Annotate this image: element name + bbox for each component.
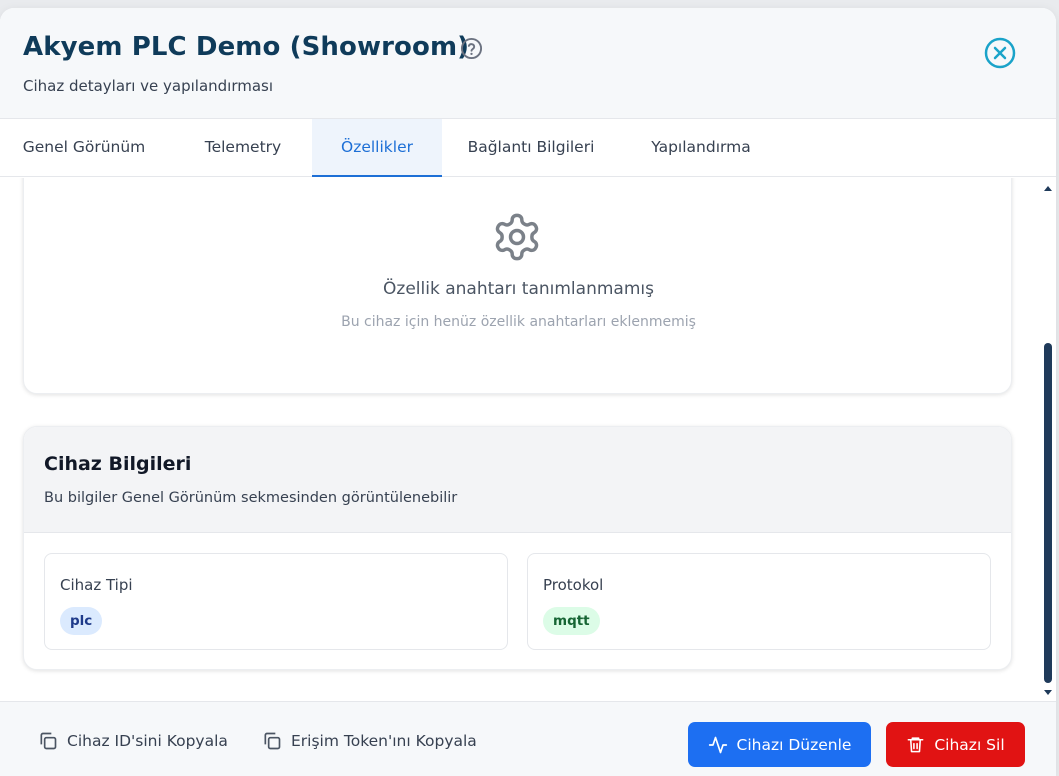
- empty-state-subtitle: Bu cihaz için henüz özellik anahtarları …: [341, 314, 696, 330]
- field-label: Protokol: [543, 576, 604, 594]
- tab-label: Özellikler: [341, 138, 413, 156]
- gear-icon: [495, 213, 539, 261]
- device-type-badge: plc: [60, 607, 103, 635]
- tab-label: Bağlantı Bilgileri: [467, 138, 595, 156]
- tab-bar: Genel Görünüm Telemetry Özellikler Bağla…: [0, 119, 1056, 177]
- modal-header: Akyem PLC Demo (Showroom) Cihaz detaylar…: [0, 8, 1056, 119]
- device-type-field: Cihaz Tipi plc: [44, 553, 508, 650]
- tab-baglanti-bilgileri[interactable]: Bağlantı Bilgileri: [448, 119, 614, 177]
- tab-label: Telemetry: [204, 138, 282, 156]
- tab-label: Yapılandırma: [651, 138, 751, 156]
- scroll-thumb[interactable]: [1044, 343, 1052, 683]
- tab-ozellikler[interactable]: Özellikler: [312, 119, 442, 177]
- close-icon[interactable]: [983, 36, 1017, 70]
- copy-access-token-button[interactable]: Erişim Token'ını Kopyala: [262, 730, 477, 752]
- edit-device-button[interactable]: Cihazı Düzenle: [688, 722, 871, 767]
- activity-icon: [708, 736, 727, 753]
- copy-icon: [40, 732, 57, 750]
- device-detail-modal: Akyem PLC Demo (Showroom) Cihaz detaylar…: [0, 8, 1056, 776]
- device-info-header: Cihaz Bilgileri Bu bilgiler Genel Görünü…: [24, 427, 1011, 533]
- protocol-field: Protokol mqtt: [527, 553, 991, 650]
- delete-device-label: Cihazı Sil: [934, 735, 1005, 754]
- page-subtitle: Cihaz detayları ve yapılandırması: [23, 77, 274, 95]
- copy-device-id-button[interactable]: Cihaz ID'sini Kopyala: [38, 730, 228, 752]
- tab-content: Özellik anahtarı tanımlanmamış Bu cihaz …: [0, 178, 1056, 701]
- page-title: Akyem PLC Demo (Showroom): [23, 32, 470, 62]
- copy-access-token-label: Erişim Token'ını Kopyala: [291, 732, 477, 750]
- tab-telemetry[interactable]: Telemetry: [168, 119, 318, 177]
- copy-icon: [264, 732, 281, 750]
- question-circle-icon[interactable]: [460, 37, 483, 60]
- delete-device-button[interactable]: Cihazı Sil: [886, 722, 1025, 767]
- modal-footer: Cihaz ID'sini Kopyala Erişim Token'ını K…: [0, 701, 1056, 776]
- copy-device-id-label: Cihaz ID'sini Kopyala: [67, 732, 228, 750]
- scroll-up-arrow-icon[interactable]: [1044, 186, 1052, 191]
- tab-label: Genel Görünüm: [22, 138, 146, 156]
- edit-device-label: Cihazı Düzenle: [736, 735, 852, 754]
- protocol-badge: mqtt: [543, 607, 600, 635]
- tab-yapilandirma[interactable]: Yapılandırma: [632, 119, 770, 177]
- content-scrollbar[interactable]: [1041, 178, 1055, 701]
- device-info-title: Cihaz Bilgileri: [44, 453, 192, 475]
- device-info-subtitle: Bu bilgiler Genel Görünüm sekmesinden gö…: [44, 490, 458, 506]
- field-label: Cihaz Tipi: [60, 576, 133, 594]
- scroll-down-arrow-icon[interactable]: [1044, 690, 1052, 695]
- empty-state-title: Özellik anahtarı tanımlanmamış: [383, 279, 654, 299]
- empty-state-card: Özellik anahtarı tanımlanmamış Bu cihaz …: [23, 178, 1012, 394]
- device-info-card: Cihaz Bilgileri Bu bilgiler Genel Görünü…: [23, 426, 1012, 670]
- tab-genel-gorunum[interactable]: Genel Görünüm: [0, 119, 168, 177]
- trash-icon: [907, 737, 924, 753]
